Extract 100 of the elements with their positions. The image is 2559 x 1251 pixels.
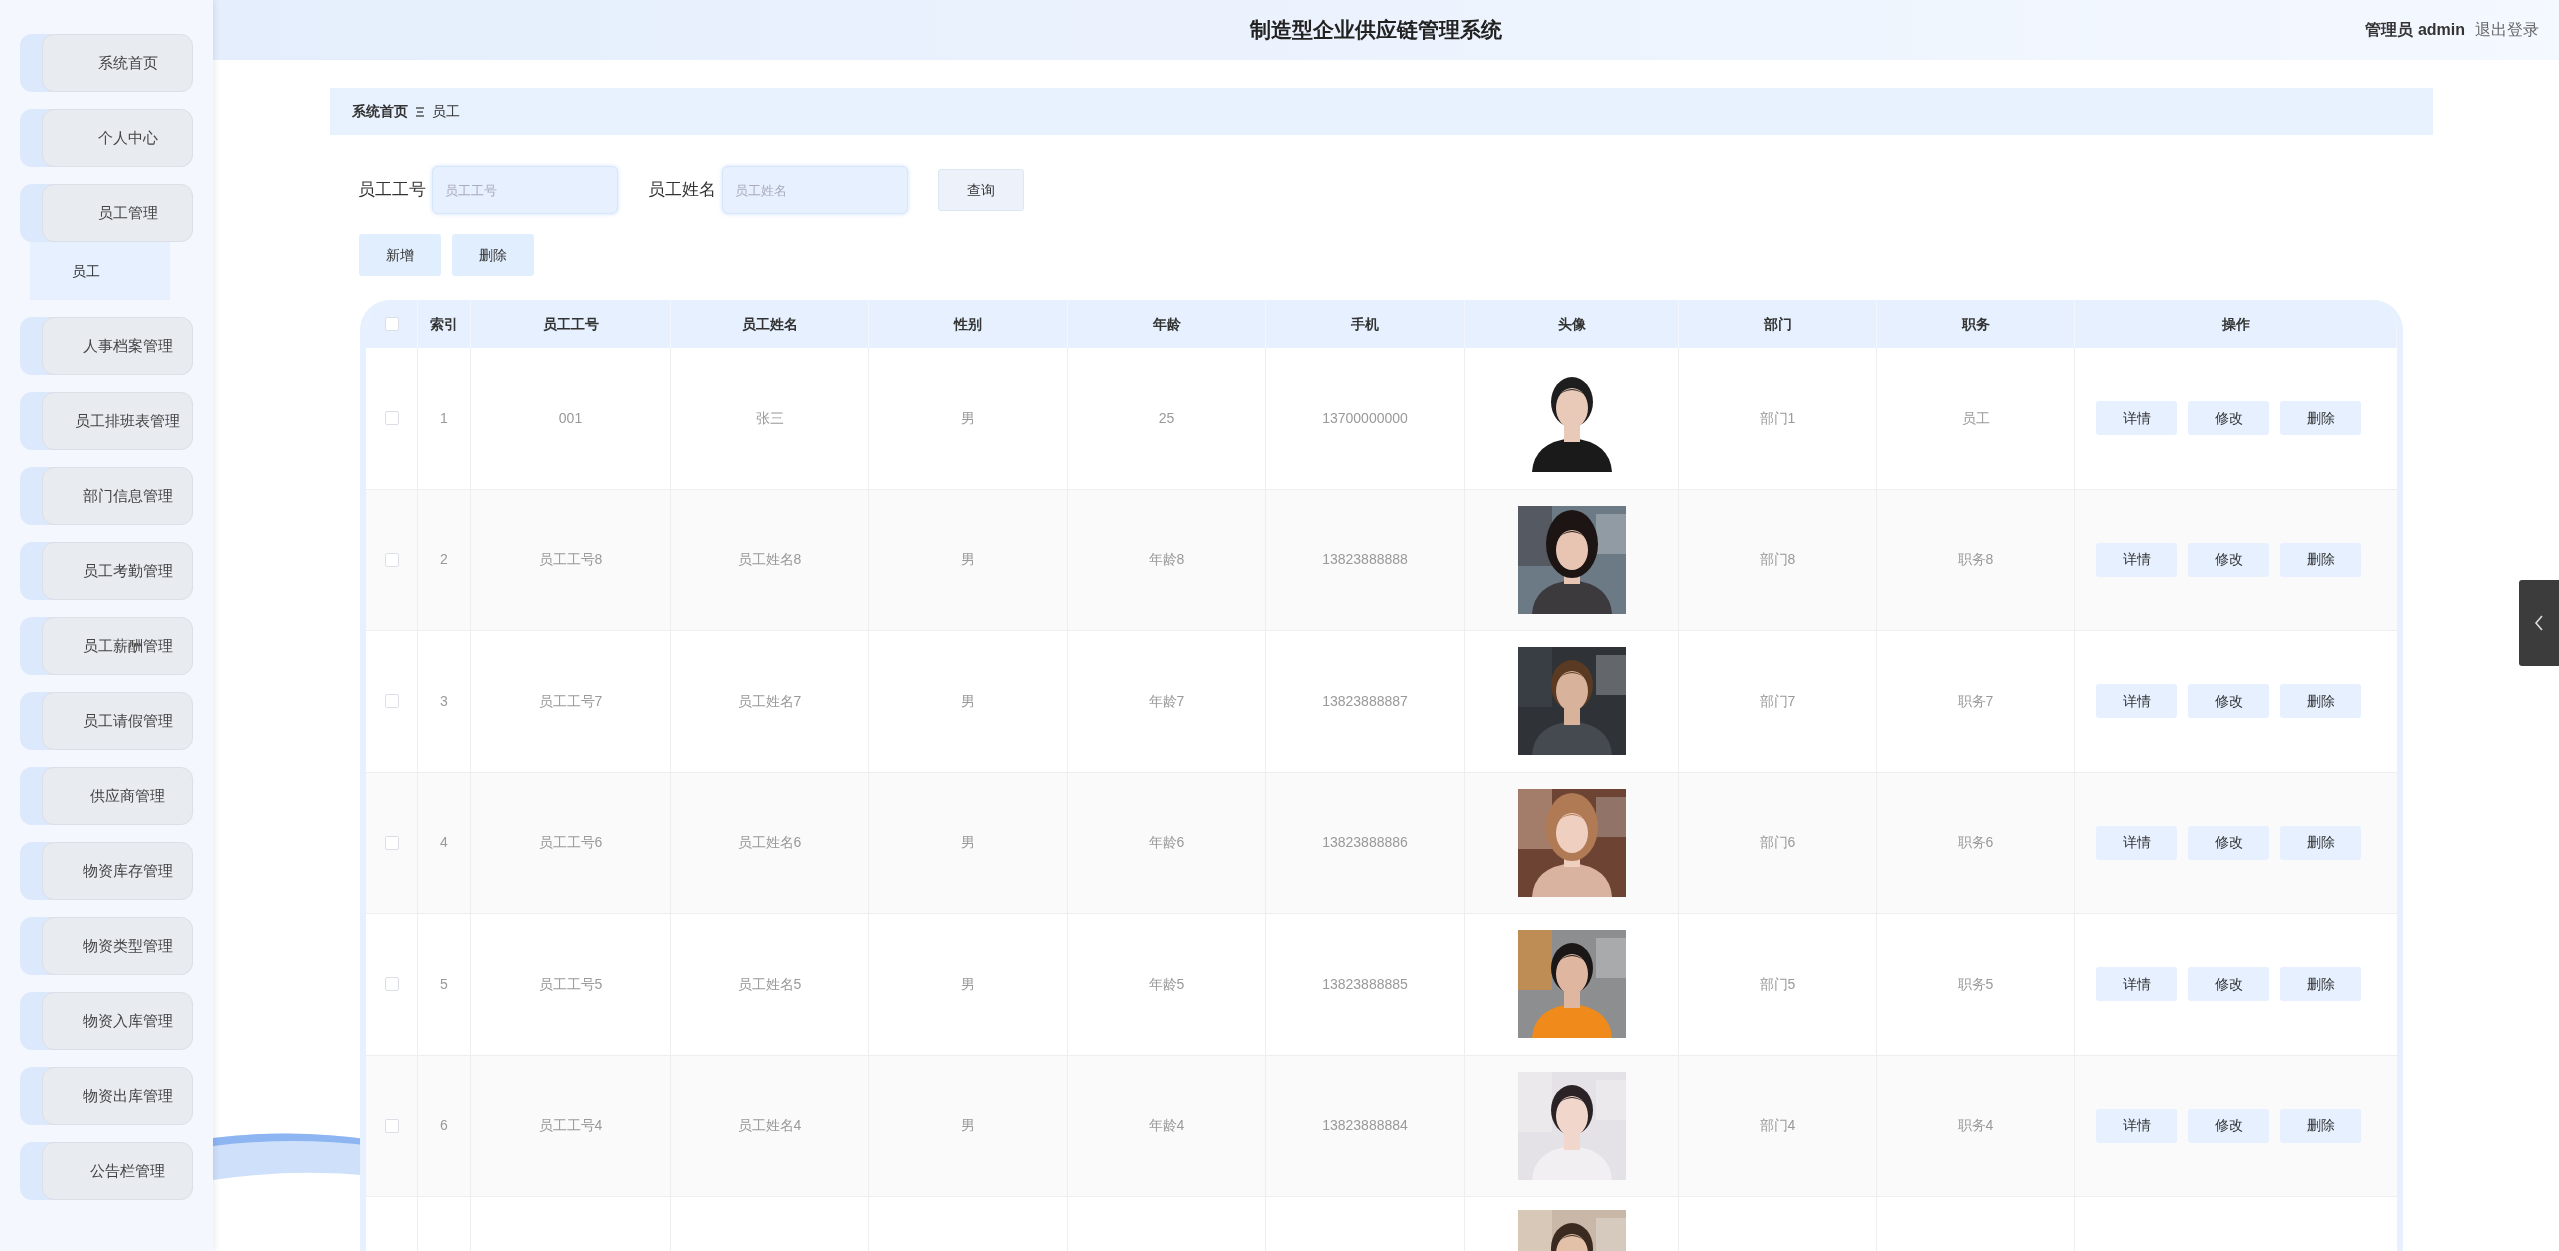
menu-item[interactable]: 物资出库管理 xyxy=(42,1067,193,1125)
table-cell-text: 部门4 xyxy=(1759,1116,1796,1136)
table-cell-text: 3 xyxy=(440,691,448,711)
menu-item[interactable]: 员工排班表管理 xyxy=(42,392,193,450)
table-cell-text: 年龄4 xyxy=(1148,1116,1185,1136)
checkbox[interactable] xyxy=(384,552,399,567)
checkbox[interactable] xyxy=(384,411,399,426)
row-action-button[interactable]: 删除 xyxy=(2280,542,2361,577)
menu-item[interactable]: 员工考勤管理 xyxy=(42,542,193,600)
table-cell-text: 职务4 xyxy=(1957,1116,1994,1136)
table-cell-text: 员工姓名7 xyxy=(737,691,802,711)
table-cell-text: 职务8 xyxy=(1957,550,1994,570)
toolbar-button[interactable]: 新增 xyxy=(359,234,441,276)
menu-item[interactable]: 供应商管理 xyxy=(42,767,193,825)
row-action-button[interactable]: 删除 xyxy=(2280,825,2361,860)
table-cell-text: 1 xyxy=(440,408,448,428)
row-action-button[interactable]: 详情 xyxy=(2096,1108,2177,1143)
field-label: 员工姓名 xyxy=(648,179,716,202)
menu-item[interactable]: 员工薪酬管理 xyxy=(42,617,193,675)
table-cell-text: 13823888887 xyxy=(1322,691,1408,711)
separator-icon xyxy=(416,106,424,117)
row-action-button[interactable]: 详情 xyxy=(2096,542,2177,577)
checkbox[interactable] xyxy=(384,835,399,850)
user-label: 管理员 admin xyxy=(2365,20,2465,40)
row-action-button[interactable]: 修改 xyxy=(2188,1108,2269,1143)
table-cell-text: 员工姓名5 xyxy=(737,974,802,994)
checkbox[interactable] xyxy=(384,317,399,331)
table-cell-text: 职务5 xyxy=(1957,974,1994,994)
table-cell-text: 男 xyxy=(961,974,975,994)
row-action-button[interactable]: 删除 xyxy=(2280,967,2361,1002)
logout-link[interactable]: 退出登录 xyxy=(2475,18,2539,42)
menu-item[interactable]: 人事档案管理 xyxy=(42,317,193,375)
table-cell-text: 部门1 xyxy=(1759,408,1796,428)
row-action-button[interactable]: 修改 xyxy=(2188,542,2269,577)
menu-item[interactable]: 物资类型管理 xyxy=(42,917,193,975)
table-cell-text: 13823888888 xyxy=(1322,550,1408,570)
menu-item[interactable]: 员工管理 xyxy=(42,184,193,242)
row-action-button[interactable]: 删除 xyxy=(2280,401,2361,436)
collapse-button[interactable] xyxy=(2519,580,2559,666)
column-header: 索引 xyxy=(430,314,458,334)
table-cell-text: 年龄5 xyxy=(1148,974,1185,994)
checkbox[interactable] xyxy=(384,694,399,709)
table-cell-text: 男 xyxy=(961,833,975,853)
table-cell-text: 男 xyxy=(961,408,975,428)
table-cell-text: 员工工号6 xyxy=(538,833,603,853)
row-action-button[interactable]: 详情 xyxy=(2096,967,2177,1002)
checkbox[interactable] xyxy=(384,1118,399,1133)
table-cell-text: 25 xyxy=(1158,408,1175,428)
search-field[interactable]: 员工工号 xyxy=(432,166,618,214)
column-header: 员工工号 xyxy=(542,314,599,334)
table-cell-text: 员工姓名6 xyxy=(737,833,802,853)
row-action-button[interactable]: 修改 xyxy=(2188,825,2269,860)
row-action-button[interactable]: 修改 xyxy=(2188,684,2269,719)
column-header: 性别 xyxy=(954,314,982,334)
table-cell-text: 员工姓名8 xyxy=(737,550,802,570)
row-action-button[interactable]: 删除 xyxy=(2280,1108,2361,1143)
field-label: 员工工号 xyxy=(358,179,426,202)
menu-item[interactable]: 个人中心 xyxy=(42,109,193,167)
search-field[interactable]: 员工姓名 xyxy=(722,166,908,214)
menu-item[interactable]: 物资库存管理 xyxy=(42,842,193,900)
table-cell-text: 员工工号4 xyxy=(538,1116,603,1136)
query-button[interactable]: 查询 xyxy=(938,169,1024,211)
menu-item[interactable]: 公告栏管理 xyxy=(42,1142,193,1200)
column-header: 职务 xyxy=(1961,314,1990,334)
table-cell-text: 13823888884 xyxy=(1322,1116,1408,1136)
row-action-button[interactable]: 删除 xyxy=(2280,684,2361,719)
table-cell-text: 年龄6 xyxy=(1148,833,1185,853)
table-cell-text: 6 xyxy=(440,1116,448,1136)
table-cell-text: 部门5 xyxy=(1759,974,1796,994)
row-action-button[interactable]: 修改 xyxy=(2188,401,2269,436)
table-cell-text: 部门8 xyxy=(1759,550,1796,570)
breadcrumb-link[interactable]: 系统首页 xyxy=(352,101,408,122)
table-cell-text: 001 xyxy=(558,408,583,428)
checkbox[interactable] xyxy=(384,977,399,992)
table-cell-text: 13823888885 xyxy=(1322,974,1408,994)
toolbar-button[interactable]: 删除 xyxy=(452,234,534,276)
table-cell-text: 员工工号5 xyxy=(538,974,603,994)
menu-item[interactable]: 部门信息管理 xyxy=(42,467,193,525)
column-header: 部门 xyxy=(1763,314,1792,334)
column-header: 手机 xyxy=(1351,314,1379,334)
table-cell-text: 年龄8 xyxy=(1148,550,1185,570)
row-action-button[interactable]: 详情 xyxy=(2096,684,2177,719)
column-header: 年龄 xyxy=(1152,314,1181,334)
row-action-button[interactable]: 详情 xyxy=(2096,401,2177,436)
table-cell-text: 13823888886 xyxy=(1322,833,1408,853)
table-cell-text: 员工 xyxy=(1961,408,1990,428)
table-cell-text: 员工工号7 xyxy=(538,691,603,711)
menu-item[interactable]: 物资入库管理 xyxy=(42,992,193,1050)
breadcrumb-current: 员工 xyxy=(432,102,460,121)
app-title: 制造型企业供应链管理系统 xyxy=(1250,17,1502,44)
menu-item[interactable]: 员工请假管理 xyxy=(42,692,193,750)
submenu-item[interactable]: 员工 xyxy=(30,242,170,300)
row-action-button[interactable]: 详情 xyxy=(2096,825,2177,860)
table-cell-text: 员工姓名4 xyxy=(737,1116,802,1136)
menu-item[interactable]: 系统首页 xyxy=(42,34,193,92)
chevron-left-icon xyxy=(2534,615,2544,631)
table-cell-text: 男 xyxy=(961,1116,975,1136)
column-header: 头像 xyxy=(1557,314,1586,334)
table-cell-text: 部门7 xyxy=(1759,691,1796,711)
row-action-button[interactable]: 修改 xyxy=(2188,967,2269,1002)
